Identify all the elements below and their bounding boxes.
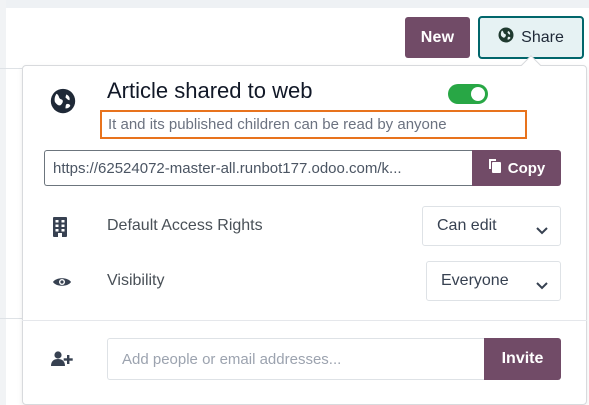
globe-icon	[498, 27, 514, 48]
new-button[interactable]: New	[405, 17, 470, 58]
new-button-label: New	[420, 28, 455, 46]
share-button[interactable]: Share	[478, 16, 584, 59]
visibility-value: Everyone	[441, 272, 509, 289]
share-button-label: Share	[521, 28, 564, 46]
invite-button[interactable]: Invite	[484, 338, 561, 380]
chevron-down-icon	[536, 222, 548, 235]
globe-icon	[50, 88, 76, 114]
invite-button-label: Invite	[501, 350, 544, 367]
top-band	[0, 0, 589, 8]
eye-icon	[52, 275, 72, 293]
chevron-down-icon	[536, 277, 548, 290]
invite-input-wrapper	[107, 338, 485, 380]
copy-icon	[488, 158, 502, 178]
copy-button-label: Copy	[507, 159, 546, 177]
copy-button[interactable]: Copy	[472, 150, 561, 186]
web-share-toggle[interactable]	[448, 84, 488, 104]
building-icon	[52, 216, 68, 243]
user-plus-icon	[51, 351, 73, 372]
share-url-field[interactable]: https://62524072-master-all.runbot177.od…	[44, 150, 474, 186]
panel-title: Article shared to web	[107, 78, 313, 103]
visibility-select[interactable]: Everyone	[426, 261, 561, 301]
divider	[0, 68, 22, 69]
default-access-value: Can edit	[437, 217, 497, 234]
panel-subtitle: It and its published children can be rea…	[100, 110, 527, 139]
default-access-select[interactable]: Can edit	[422, 206, 561, 246]
invite-input[interactable]	[108, 339, 485, 379]
default-access-label: Default Access Rights	[107, 217, 263, 234]
visibility-label: Visibility	[107, 272, 165, 289]
share-url-value: https://62524072-master-all.runbot177.od…	[53, 159, 402, 177]
divider	[0, 318, 22, 319]
panel-divider	[22, 320, 587, 321]
left-edge	[0, 0, 6, 405]
